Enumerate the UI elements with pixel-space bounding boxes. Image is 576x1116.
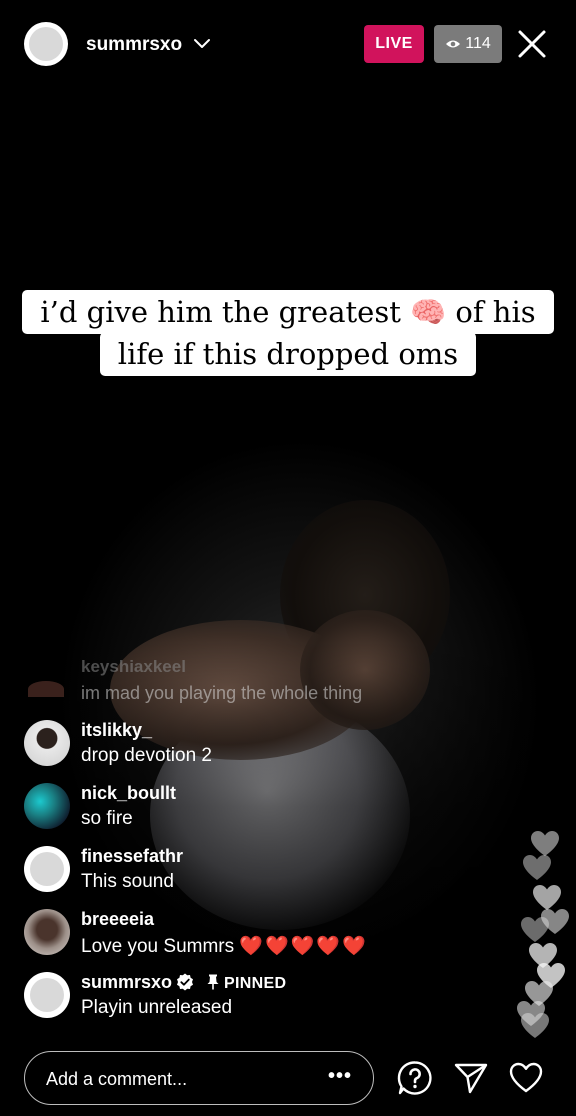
comment-input[interactable]: Add a comment... ••• (24, 1051, 374, 1105)
pin-icon (207, 974, 219, 990)
comment-text: This sound (81, 871, 174, 892)
heart-emojis: ❤️❤️❤️❤️❤️ (239, 936, 368, 957)
floating-heart-icon (522, 854, 552, 882)
comment-text-body: Love you Summrs (81, 936, 235, 957)
chevron-down-icon[interactable] (192, 34, 212, 54)
caption-line-1: i’d give him the greatest 🧠 of his (22, 290, 554, 334)
comment-text: drop devotion 2 (81, 745, 212, 766)
floating-hearts (510, 830, 576, 1040)
comment-item[interactable]: itslikky_ drop devotion 2 (22, 718, 462, 774)
floating-heart-icon (520, 1012, 550, 1040)
comment-item[interactable]: breeeeia Love you Summrs ❤️❤️❤️❤️❤️ (22, 907, 462, 963)
viewer-count-badge[interactable]: 114 (434, 25, 502, 63)
send-icon[interactable] (453, 1060, 489, 1096)
avatar[interactable] (24, 972, 70, 1018)
avatar[interactable] (24, 909, 70, 955)
heart-icon[interactable] (508, 1060, 544, 1096)
avatar[interactable] (24, 783, 70, 829)
comment-text: so fire (81, 808, 133, 829)
live-badge: LIVE (364, 25, 424, 63)
comment-username: keyshiaxkeel (81, 657, 186, 676)
pinned-comment[interactable]: summrsxo PINNED Playin unreleased (22, 970, 462, 1026)
comment-text: Love you Summrs ❤️❤️❤️❤️❤️ (81, 934, 368, 958)
live-stream-screen: summrsxo LIVE 114 i’d give him the great… (0, 0, 576, 1116)
comment-text: im mad you playing the whole thing (81, 683, 363, 703)
comment-username[interactable]: breeeeia (81, 909, 154, 930)
comment-item[interactable]: nick_boullt so fire (22, 781, 462, 837)
verified-icon (177, 973, 194, 991)
comment-username[interactable]: summrsxo (81, 972, 172, 992)
comment-faded: keyshiaxkeel im mad you playing the whol… (22, 655, 462, 715)
live-header: summrsxo LIVE 114 (0, 0, 576, 90)
comment-input-placeholder[interactable]: Add a comment... (46, 1069, 187, 1090)
comment-text: Playin unreleased (81, 997, 233, 1018)
comment-item[interactable]: finessefathr This sound (22, 844, 462, 900)
question-icon[interactable] (397, 1060, 433, 1096)
viewer-count: 114 (465, 35, 491, 52)
close-icon[interactable] (514, 26, 550, 62)
comment-username[interactable]: finessefathr (81, 846, 183, 867)
eye-icon (446, 40, 461, 48)
pinned-label: PINNED (224, 975, 287, 992)
comment-username[interactable]: nick_boullt (81, 783, 176, 804)
host-avatar[interactable] (24, 22, 68, 66)
avatar (28, 681, 64, 697)
host-username[interactable]: summrsxo (86, 34, 182, 56)
text-overlay-caption: i’d give him the greatest 🧠 of his life … (0, 290, 576, 376)
more-options-button[interactable]: ••• (325, 1065, 355, 1091)
comment-username-row: summrsxo PINNED (81, 972, 286, 993)
floating-heart-icon (520, 916, 550, 944)
avatar[interactable] (24, 846, 70, 892)
comment-username[interactable]: itslikky_ (81, 720, 152, 741)
caption-line-2: life if this dropped oms (99, 332, 477, 376)
avatar[interactable] (24, 720, 70, 766)
